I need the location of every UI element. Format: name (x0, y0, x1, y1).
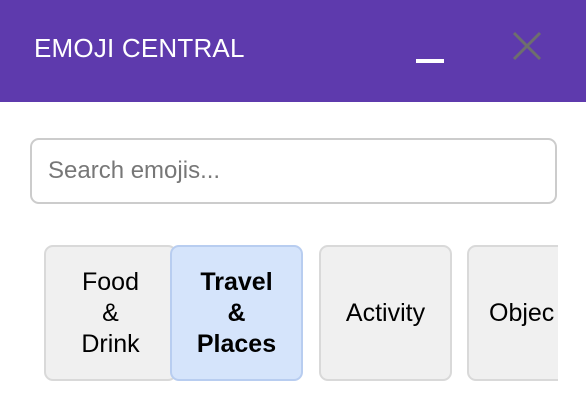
tab-food-and-drink[interactable]: Food & Drink (44, 245, 177, 381)
app-title: EMOJI CENTRAL (34, 33, 245, 63)
close-icon (512, 31, 542, 61)
tab-objects[interactable]: Objec (467, 245, 558, 381)
minimize-button[interactable] (414, 40, 446, 70)
minimize-icon (416, 59, 444, 63)
search-input[interactable] (30, 138, 557, 204)
title-bar: EMOJI CENTRAL (0, 0, 586, 102)
tab-activity[interactable]: Activity (319, 245, 452, 381)
tab-travel-and-places[interactable]: Travel & Places (170, 245, 303, 381)
close-button[interactable] (507, 26, 547, 66)
category-tabs: Food & Drink Travel & Places Activity Ob… (30, 244, 558, 384)
